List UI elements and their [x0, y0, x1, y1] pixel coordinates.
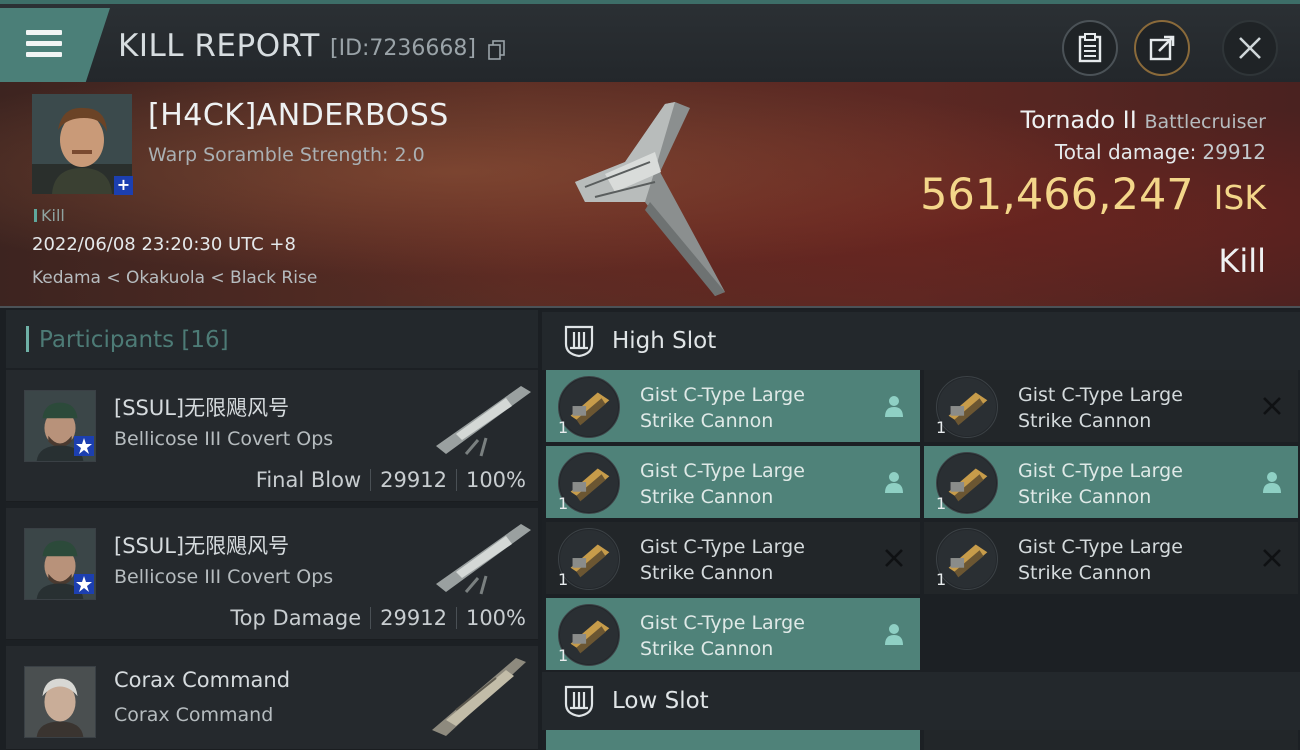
participant-ship: Corax Command [114, 704, 274, 726]
participants-title: Participants [16] [26, 326, 229, 353]
report-id: [ID:7236668] [330, 36, 476, 61]
kill-tag: Kill [34, 206, 65, 225]
participant-ship: Bellicose III Covert Ops [114, 566, 334, 588]
victim-summary: + [H4CK]ANDERBOSS Warp Soramble Strength… [0, 82, 1300, 308]
kill-location[interactable]: Kedama < Okakuola < Black Rise [32, 268, 317, 288]
participants-panel: Participants [16] [SSUL]无限飓风号 Bellicose … [6, 310, 538, 750]
participant-avatar[interactable] [24, 666, 96, 738]
module-name: Gist C-Type Large Strike Cannon [640, 536, 805, 584]
participant-row[interactable]: [SSUL]无限飓风号 Bellicose III Covert Ops Fin… [6, 370, 538, 502]
high-slot-header: High Slot [542, 312, 1300, 370]
module-quantity: 1 [936, 494, 947, 513]
divider [370, 607, 372, 629]
page-title: KILL REPORT [118, 28, 320, 64]
divider [455, 469, 457, 491]
module-quantity: 1 [936, 418, 947, 437]
module-item[interactable]: 1 Gist C-Type Large Strike Cannon [924, 446, 1298, 518]
total-damage-label: Total damage: [1054, 140, 1197, 164]
result-label: Kill [1218, 242, 1266, 280]
module-item[interactable] [546, 730, 920, 750]
module-name: Gist C-Type Large Strike Cannon [640, 612, 805, 660]
close-icon [1239, 37, 1261, 59]
low-slot-header: Low Slot [542, 672, 1300, 730]
victim-ship-name: Tornado II Battlecruiser [1020, 106, 1266, 134]
menu-button[interactable] [0, 8, 110, 82]
add-contact-icon[interactable]: + [114, 176, 133, 195]
fitting-panel: High Slot 1 Gist C-Type Large Strike Cann… [542, 310, 1300, 750]
participant-role: Final Blow [255, 468, 362, 492]
dropped-person-icon [885, 472, 903, 493]
dropped-person-icon [1263, 472, 1281, 493]
participants-header: Participants [16] [6, 310, 538, 368]
module-quantity: 1 [558, 494, 569, 513]
victim-name[interactable]: [H4CK]ANDERBOSS [148, 98, 449, 133]
star-badge-icon [74, 574, 94, 594]
clipboard-icon [1078, 33, 1102, 63]
hamburger-menu-icon[interactable] [26, 30, 62, 60]
participant-name[interactable]: [SSUL]无限飓风号 [114, 392, 289, 422]
victim-ship-image[interactable] [565, 92, 735, 302]
low-slot-icon [564, 685, 594, 718]
close-button[interactable] [1222, 20, 1278, 76]
dropped-person-icon [885, 396, 903, 417]
isk-unit: ISK [1213, 178, 1266, 217]
share-button[interactable] [1134, 20, 1190, 76]
module-item[interactable] [924, 730, 1298, 750]
module-quantity: 1 [558, 646, 569, 665]
participant-stats: Top Damage 29912 100% [230, 606, 526, 630]
warp-scramble-strength: Warp Soramble Strength: 2.0 [148, 144, 425, 166]
isk-value: 561,466,247 ISK [920, 170, 1266, 220]
participant-name[interactable]: [SSUL]无限飓风号 [114, 530, 289, 560]
module-quantity: 1 [936, 570, 947, 589]
module-item[interactable]: 1 Gist C-Type Large Strike Cannon [546, 522, 920, 594]
top-bar: KILL REPORT [ID:7236668] [0, 0, 1300, 82]
participant-damage: 29912 [380, 606, 447, 630]
participant-ship-image[interactable] [426, 376, 536, 466]
dropped-person-icon [885, 624, 903, 645]
high-slot-icon [564, 325, 594, 358]
participant-role: Top Damage [230, 606, 362, 630]
module-quantity: 1 [558, 418, 569, 437]
high-slot-title: High Slot [612, 328, 717, 354]
module-name: Gist C-Type Large Strike Cannon [1018, 384, 1183, 432]
participant-ship-image[interactable] [426, 650, 536, 740]
participant-percent: 100% [465, 606, 526, 630]
participant-percent: 100% [465, 468, 526, 492]
participant-damage: 29912 [380, 468, 447, 492]
kill-datetime: 2022/06/08 23:20:30 UTC +8 [32, 234, 296, 255]
destroyed-x-icon [1263, 549, 1281, 567]
clipboard-button[interactable] [1062, 20, 1118, 76]
module-name: Gist C-Type Large Strike Cannon [1018, 536, 1183, 584]
divider [455, 607, 457, 629]
destroyed-x-icon [885, 549, 903, 567]
participant-row[interactable]: Corax Command Corax Command [6, 646, 538, 750]
participant-name[interactable]: Corax Command [114, 668, 290, 692]
module-name: Gist C-Type Large Strike Cannon [1018, 460, 1183, 508]
copy-icon[interactable] [488, 40, 506, 60]
module-item[interactable]: 1 Gist C-Type Large Strike Cannon [924, 370, 1298, 442]
module-item[interactable]: 1 Gist C-Type Large Strike Cannon [546, 370, 920, 442]
module-item[interactable]: 1 Gist C-Type Large Strike Cannon [924, 522, 1298, 594]
module-name: Gist C-Type Large Strike Cannon [640, 384, 805, 432]
isk-amount: 561,466,247 [920, 170, 1194, 220]
participant-stats: Final Blow 29912 100% [256, 468, 526, 492]
participant-ship-image[interactable] [426, 514, 536, 604]
module-item[interactable]: 1 Gist C-Type Large Strike Cannon [546, 446, 920, 518]
star-badge-icon [74, 436, 94, 456]
module-item[interactable]: 1 Gist C-Type Large Strike Cannon [546, 598, 920, 670]
low-slot-title: Low Slot [612, 688, 709, 714]
module-quantity: 1 [558, 570, 569, 589]
destroyed-x-icon [1263, 397, 1281, 415]
ship-class: Battlecruiser [1144, 111, 1266, 133]
module-name: Gist C-Type Large Strike Cannon [640, 460, 805, 508]
participant-ship: Bellicose III Covert Ops [114, 428, 334, 450]
total-damage: Total damage: 29912 [1055, 140, 1266, 164]
ship-name: Tornado II [1020, 106, 1137, 134]
total-damage-value: 29912 [1202, 140, 1266, 164]
participant-row[interactable]: [SSUL]无限飓风号 Bellicose III Covert Ops Top… [6, 508, 538, 640]
share-icon [1149, 35, 1175, 61]
divider [370, 469, 372, 491]
